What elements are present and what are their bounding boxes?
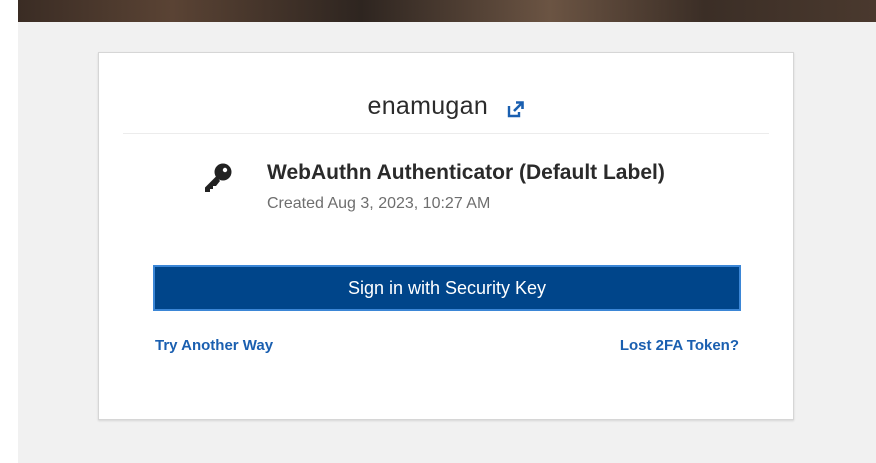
- username-label: enamugan: [367, 92, 489, 120]
- key-icon: [201, 161, 235, 195]
- login-card: enamugan WebAuthn Authenticator (Default…: [98, 52, 794, 420]
- external-switch-icon[interactable]: [507, 97, 525, 118]
- user-row: enamugan: [99, 89, 793, 123]
- authenticator-created: Created Aug 3, 2023, 10:27 AM: [267, 195, 491, 212]
- lost-2fa-token-link[interactable]: Lost 2FA Token?: [620, 337, 739, 354]
- sign-in-security-key-button[interactable]: Sign in with Security Key: [153, 265, 741, 311]
- header-banner-image: [18, 0, 876, 22]
- authenticator-name: WebAuthn Authenticator (Default Label): [267, 161, 665, 184]
- card-divider: [123, 133, 769, 134]
- try-another-way-link[interactable]: Try Another Way: [155, 337, 273, 354]
